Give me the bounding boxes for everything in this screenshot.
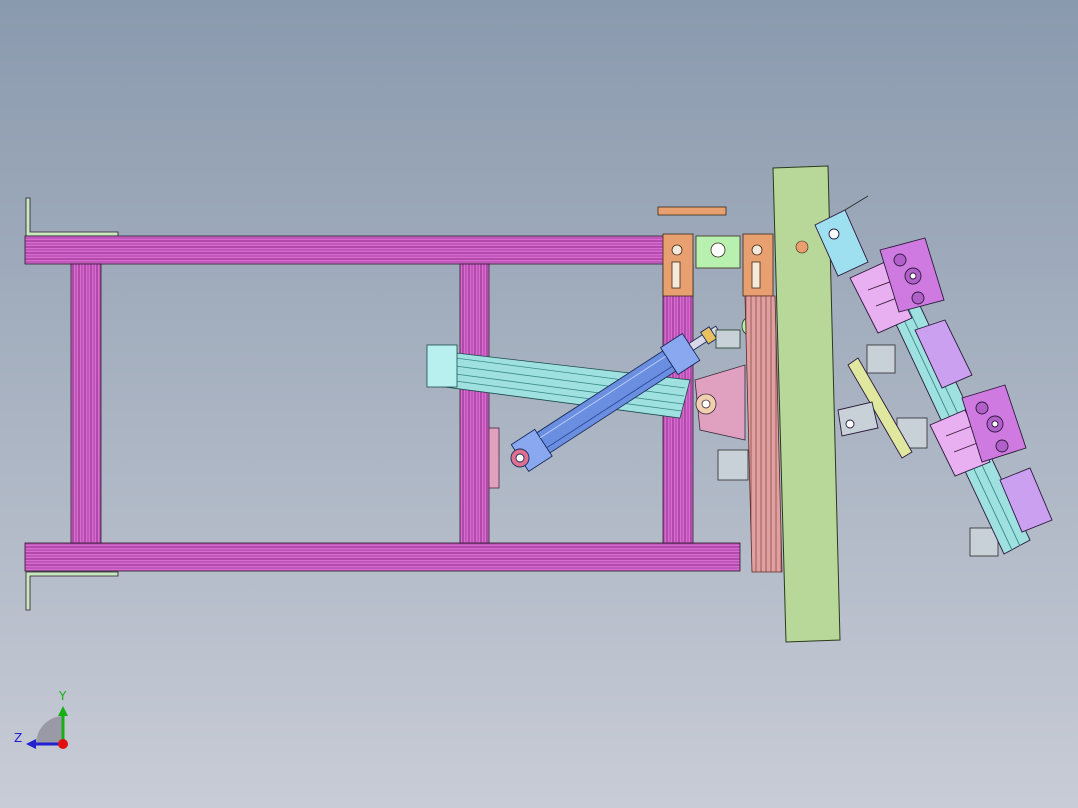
vertical-profile-middle[interactable] (459, 263, 490, 544)
triad-y-label: Y (58, 689, 67, 703)
tilting-salmon-plate[interactable] (744, 295, 783, 573)
guide-rail-end-block[interactable] (426, 344, 458, 388)
green-plate-hole (795, 240, 809, 254)
cad-viewport[interactable]: Y Z (0, 0, 1078, 808)
top-horizontal-profile[interactable] (24, 235, 676, 265)
triad-z-label: Z (14, 731, 22, 745)
bottom-horizontal-profile[interactable] (24, 542, 741, 572)
hinge-top-strip[interactable] (657, 206, 727, 216)
end-cap-1[interactable] (717, 449, 749, 481)
triad-x-axis-dot (58, 739, 68, 749)
viewport-background (0, 0, 1078, 808)
end-cap-2[interactable] (866, 344, 896, 374)
vertical-profile-left[interactable] (70, 263, 102, 544)
cylinder-mount-plate[interactable] (488, 427, 500, 489)
